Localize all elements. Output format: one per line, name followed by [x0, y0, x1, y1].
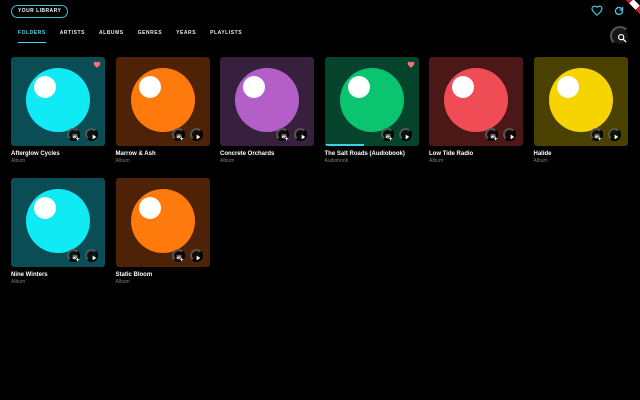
album-artwork[interactable]	[11, 57, 105, 146]
album-title[interactable]: Low Tide Radio	[429, 150, 523, 158]
album-type: Album	[533, 158, 548, 164]
play-icon	[301, 134, 305, 139]
album-title[interactable]: Nine Winters	[11, 271, 105, 279]
add-to-playlist-button[interactable]	[67, 249, 80, 262]
play-button[interactable]	[85, 128, 98, 141]
album-artwork[interactable]	[11, 178, 105, 267]
add-to-playlist-button[interactable]	[276, 128, 289, 141]
playlist-add-icon	[490, 134, 497, 140]
library-grid: Afterglow Cycles Album Marrow & Ash Album Co…	[11, 57, 631, 288]
tab-artists[interactable]: ARTISTS	[60, 29, 85, 43]
play-button[interactable]	[189, 128, 203, 141]
playlist-add-icon	[176, 134, 184, 140]
search-button[interactable]	[610, 26, 630, 46]
album-card[interactable]: Concrete Orchards Album	[220, 57, 314, 167]
album-type: Album	[115, 279, 130, 285]
playlist-add-icon	[594, 134, 602, 140]
album-type: Album	[220, 158, 235, 164]
album-card[interactable]: Marrow & Ash Album	[115, 57, 210, 167]
album-art-highlight	[34, 197, 56, 219]
refresh-icon[interactable]	[613, 5, 625, 17]
search-icon	[618, 34, 627, 43]
album-card[interactable]: Halide Album	[533, 57, 628, 167]
album-art-orb	[26, 189, 90, 253]
tab-albums[interactable]: ALBUMS	[99, 29, 124, 43]
album-art-orb	[26, 68, 90, 132]
play-button[interactable]	[503, 128, 516, 141]
album-title[interactable]: The Salt Roads (Audiobook)	[325, 150, 419, 158]
playlist-add-icon	[176, 255, 184, 261]
tab-playlists[interactable]: PLAYLISTS	[210, 29, 242, 43]
album-title[interactable]: Afterglow Cycles	[11, 150, 105, 158]
playback-progress-bar	[324, 144, 364, 146]
favorite-heart-icon[interactable]	[407, 61, 415, 69]
album-card[interactable]: The Salt Roads (Audiobook) Audiobook	[324, 57, 419, 167]
album-card[interactable]: Nine Winters Album	[11, 178, 105, 288]
album-type: Album	[429, 158, 444, 164]
add-to-playlist-button[interactable]	[589, 128, 603, 141]
album-artwork[interactable]	[429, 57, 523, 146]
album-art-orb	[548, 68, 613, 132]
album-art-highlight	[34, 76, 56, 98]
tab-years[interactable]: YEARS	[176, 29, 196, 43]
album-art-orb	[444, 68, 508, 132]
album-type: Album	[115, 158, 130, 164]
album-artwork[interactable]	[115, 57, 210, 146]
album-title[interactable]: Marrow & Ash	[116, 150, 210, 158]
play-button[interactable]	[607, 128, 621, 141]
playlist-add-icon	[281, 134, 288, 140]
play-button[interactable]	[189, 249, 203, 262]
play-icon	[510, 134, 514, 139]
album-art-highlight	[347, 76, 370, 98]
playlist-add-icon	[385, 134, 393, 140]
play-icon	[92, 255, 96, 260]
album-art-orb	[235, 68, 299, 132]
album-type: Album	[11, 279, 26, 285]
album-title[interactable]: Concrete Orchards	[220, 150, 314, 158]
play-button[interactable]	[398, 128, 412, 141]
album-art-highlight	[138, 197, 161, 219]
play-icon	[92, 134, 96, 139]
add-to-playlist-button[interactable]	[171, 128, 185, 141]
album-art-orb	[130, 68, 195, 132]
your-library-button[interactable]: YOUR LIBRARY	[11, 5, 69, 18]
library-tabs: FOLDERS ARTISTS ALBUMS GENRES YEARS PLAYLISTS	[18, 29, 242, 43]
album-artwork[interactable]	[220, 57, 314, 146]
add-to-playlist-button[interactable]	[380, 128, 394, 141]
album-title[interactable]: Static Bloom	[116, 271, 210, 279]
album-card[interactable]: Low Tide Radio Album	[429, 57, 523, 167]
album-art-highlight	[556, 76, 579, 98]
album-type: Album	[11, 158, 26, 164]
playlist-add-icon	[72, 134, 79, 140]
play-button[interactable]	[294, 128, 307, 141]
album-art-orb	[339, 68, 404, 132]
album-art-orb	[130, 189, 195, 253]
play-icon	[614, 134, 619, 139]
album-artwork[interactable]	[533, 57, 628, 146]
album-title[interactable]: Halide	[534, 150, 628, 158]
play-icon	[196, 255, 201, 260]
tab-folders[interactable]: FOLDERS	[18, 29, 46, 43]
album-art-highlight	[138, 76, 161, 98]
album-artwork[interactable]	[324, 57, 419, 146]
favorite-heart-icon[interactable]	[93, 61, 101, 69]
album-card[interactable]: Afterglow Cycles Album	[11, 57, 105, 167]
play-icon	[405, 134, 410, 139]
album-art-highlight	[243, 76, 265, 98]
album-type: Audiobook	[324, 158, 349, 164]
play-button[interactable]	[85, 249, 98, 262]
play-icon	[196, 134, 201, 139]
tab-genres[interactable]: GENRES	[138, 29, 162, 43]
album-artwork[interactable]	[115, 178, 210, 267]
add-to-playlist-button[interactable]	[67, 128, 80, 141]
add-to-playlist-button[interactable]	[485, 128, 498, 141]
add-to-playlist-button[interactable]	[171, 249, 185, 262]
album-art-highlight	[452, 76, 474, 98]
playlist-add-icon	[72, 255, 79, 261]
heart-icon[interactable]	[591, 5, 603, 17]
album-card[interactable]: Static Bloom Album	[115, 178, 210, 288]
